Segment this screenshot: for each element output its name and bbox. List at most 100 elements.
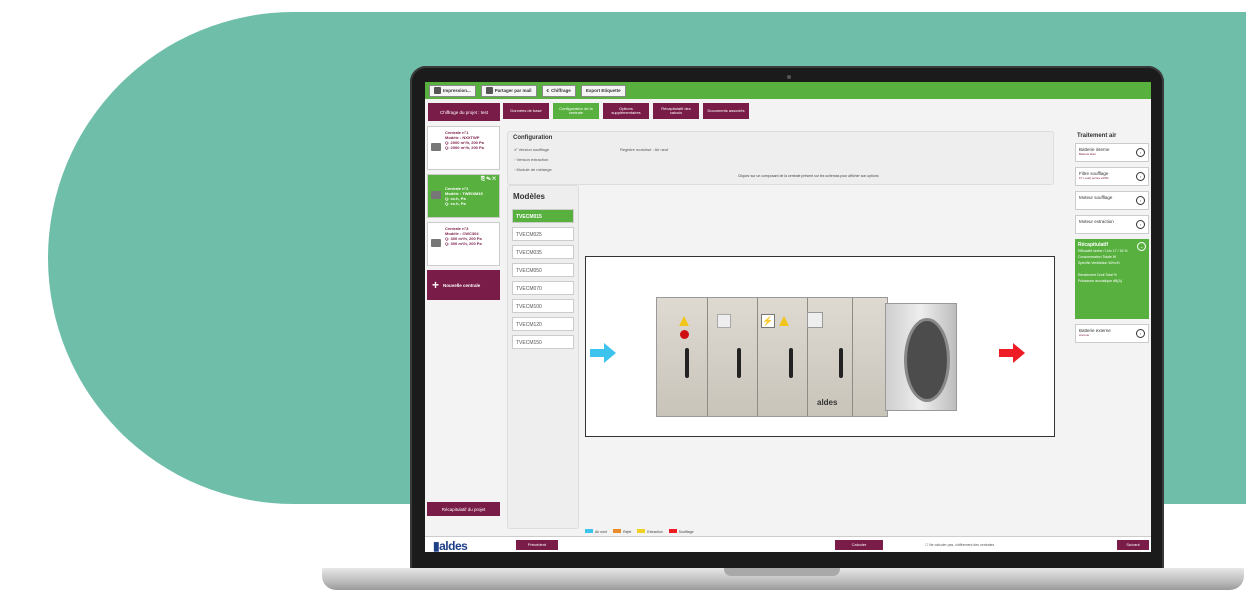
next-button[interactable]: Suivant (1117, 540, 1149, 550)
air-in-arrow-icon (590, 343, 616, 363)
print-label: Impression... (443, 87, 471, 93)
door-handle[interactable] (839, 348, 843, 378)
moteur-soufflage-item[interactable]: Moteur soufflage › (1075, 191, 1149, 210)
air-out-arrow-icon (999, 343, 1025, 363)
unit-body: ⚡ aldes (656, 297, 888, 417)
project-summary-button[interactable]: Récapitulatif du projet (427, 502, 500, 516)
plus-icon: + (432, 278, 440, 292)
legend-air-neuf: Air neuf (585, 529, 607, 534)
project-title[interactable]: Chiffrage du projet : test (428, 103, 500, 121)
model-item[interactable]: TVECM070 (512, 281, 574, 295)
collapse-icon[interactable]: ⌄ (1137, 242, 1146, 251)
model-item[interactable]: TVECM100 (512, 299, 574, 313)
option-module-melange[interactable]: ◦ Module de mélange (514, 167, 552, 172)
item-label: Moteur soufflage (1079, 195, 1113, 200)
tab-configuration[interactable]: Configuration de la centrale (553, 103, 599, 119)
extraction-swatch (637, 529, 646, 533)
chevron-right-icon[interactable]: › (1136, 172, 1145, 181)
panel-seam (852, 298, 853, 416)
duct-outlet[interactable] (885, 303, 957, 411)
registre-setting[interactable]: Registre motorisé : Air neuf (620, 147, 668, 152)
tab-donnees-de-base[interactable]: Données de base (503, 103, 549, 119)
warning-icon[interactable] (779, 316, 789, 326)
centrale-card-3[interactable]: Centrale n°3 Modèle : CWC304 Q: 300 m³/h… (427, 222, 500, 266)
models-title: Modèles (513, 192, 546, 201)
option-label: Version soufflage (518, 147, 550, 152)
tab-options[interactable]: Options supplémentaires (603, 103, 649, 119)
share-mail-button[interactable]: Partager par mail (480, 84, 537, 97)
print-button[interactable]: Impression... (429, 84, 476, 97)
models-panel: Modèles TVECM015 TVECM025 TVECM035 TVECM… (507, 185, 579, 529)
printer-icon (434, 87, 441, 94)
model-item[interactable]: TVECM050 (512, 263, 574, 277)
filtre-soufflage-item[interactable]: Filtre soufflage F7 (+sal) pertes ePM1 › (1075, 167, 1149, 186)
electric-icon[interactable]: ⚡ (761, 314, 775, 328)
moteur-extraction-item[interactable]: Moteur extraction › (1075, 215, 1149, 234)
switch-knob-icon[interactable] (680, 330, 689, 339)
batterie-externe-item[interactable]: Batterie externe Aucune › (1075, 324, 1149, 343)
label-plate-icon (717, 314, 731, 328)
app-screen: Impression... Partager par mail € Chiffra… (425, 82, 1151, 552)
fan-label-icon[interactable] (807, 312, 823, 328)
export-label-button[interactable]: Export Etiquette (580, 84, 626, 97)
chiffrage-label: Chiffrage (551, 87, 571, 93)
legend-label: Extraction (647, 530, 663, 534)
recap-panel: Récapitulatif ⌄ Efficacité sèche / Lhiv … (1075, 239, 1149, 319)
legend-label: Soufflage (678, 530, 694, 534)
model-item[interactable]: TVECM015 (512, 209, 574, 223)
laptop-screen-bezel: Impression... Partager par mail € Chiffra… (410, 66, 1164, 576)
top-toolbar: Impression... Partager par mail € Chiffra… (425, 82, 1151, 99)
tab-documents[interactable]: Documents associés (703, 103, 749, 119)
door-handle[interactable] (789, 348, 793, 378)
nav-row: Chiffrage du projet : test Données de ba… (425, 103, 1151, 121)
euro-icon: € (546, 87, 550, 93)
mail-icon (485, 87, 493, 94)
chiffrage-button[interactable]: € Chiffrage (541, 84, 576, 97)
new-centrale-label: Nouvelle centrale (443, 282, 481, 288)
panel-seam (757, 298, 758, 416)
footer-note[interactable]: ☐ Ne calculer pas, chiffrement des centr… (925, 543, 994, 547)
legend-rejet: Rejet (613, 529, 631, 534)
calculate-button[interactable]: Calculer (835, 540, 883, 550)
model-item[interactable]: TVECM035 (512, 245, 574, 259)
unit-viewer[interactable]: ⚡ aldes (585, 256, 1055, 437)
laptop-notch (724, 568, 840, 576)
model-item[interactable]: TVECM150 (512, 335, 574, 349)
chevron-right-icon[interactable]: › (1136, 148, 1145, 157)
legend-label: Rejet (623, 530, 632, 534)
duct-opening (904, 318, 950, 402)
batterie-interne-item[interactable]: Batterie interne Batterie Elec. › (1075, 143, 1149, 162)
aldes-logo: ▮aldes (433, 539, 468, 552)
option-version-extraction[interactable]: ◦ Version extraction (514, 157, 548, 162)
option-version-soufflage[interactable]: ✔ Version soufflage (514, 147, 549, 152)
chevron-right-icon[interactable]: › (1136, 196, 1145, 205)
centrale-flow-2: Q: xx.h, Pa (445, 201, 466, 206)
legend-extraction: Extraction (637, 529, 663, 534)
door-handle[interactable] (685, 348, 689, 378)
card-actions-icons[interactable]: ⎘ ✎ ✕ (481, 177, 496, 182)
legend-label: Air neuf (595, 530, 608, 534)
new-centrale-button[interactable]: + Nouvelle centrale (427, 270, 500, 300)
tab-recap-calculs[interactable]: Récapitulatif des calculs (653, 103, 699, 119)
camera-dot (787, 75, 791, 79)
door-handle[interactable] (737, 348, 741, 378)
model-item[interactable]: TVECM120 (512, 317, 574, 331)
laptop-base (322, 568, 1244, 590)
centrales-sidebar: Centrale n°1 Modèle : NXXTWP Q: 2000 m³/… (427, 126, 500, 506)
model-item[interactable]: TVECM025 (512, 227, 574, 241)
warning-icon[interactable] (679, 316, 689, 326)
chevron-right-icon[interactable]: › (1136, 220, 1145, 229)
soufflage-swatch (668, 529, 677, 533)
airflow-legend: Air neuf Rejet Extraction Soufflage (585, 529, 694, 534)
config-hint: Cliquez sur un composant de la centrale … (738, 174, 879, 178)
centrale-card-1[interactable]: Centrale n°1 Modèle : NXXTWP Q: 2000 m³/… (427, 126, 500, 170)
panel-seam (707, 298, 708, 416)
logo-text: aldes (439, 539, 468, 552)
centrale-card-2[interactable]: ⎘ ✎ ✕ Centrale n°2 Modèle : TWEIXM15 Q: … (427, 174, 500, 218)
chevron-right-icon[interactable]: › (1136, 329, 1145, 338)
footer-note-label: Ne calculer pas, chiffrement des central… (929, 543, 995, 547)
item-label: Moteur extraction (1079, 219, 1114, 224)
previous-button[interactable]: Précédent (516, 540, 558, 550)
air-handling-unit-image[interactable]: ⚡ aldes (656, 297, 957, 417)
option-label: Version extraction (516, 157, 549, 162)
